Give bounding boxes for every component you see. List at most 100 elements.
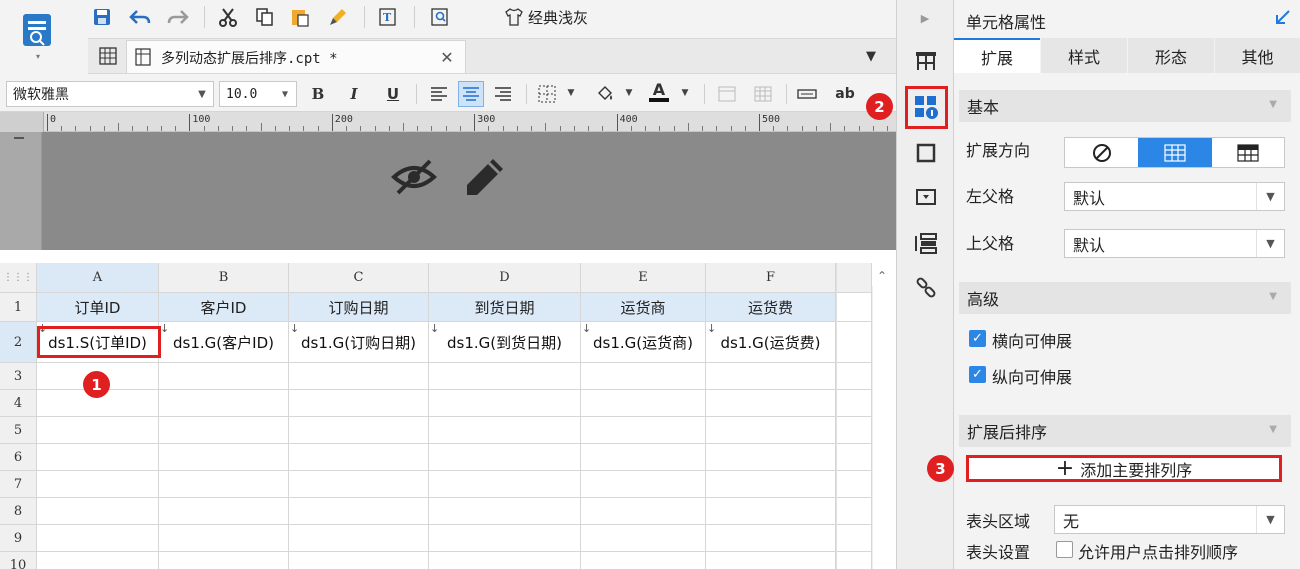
table-cell[interactable] [159,444,289,471]
column-header-f[interactable]: F [706,263,836,293]
table-cell[interactable] [37,444,159,471]
table-cell[interactable] [581,498,706,525]
tab-list-icon[interactable]: ▼ [858,44,884,68]
hyperlink-icon[interactable] [911,274,941,304]
column-header-b[interactable]: B [159,263,289,293]
table-cell[interactable] [289,525,429,552]
widget-icon[interactable] [911,182,941,212]
no-expand-icon[interactable] [1065,138,1138,167]
font-name-select[interactable]: 微软雅黑 ▼ [6,81,214,107]
add-sort-button[interactable]: + 添加主要排列序 [966,455,1282,482]
vertical-expand-icon[interactable] [1138,138,1212,167]
section-advanced[interactable]: 高级 ▼ [959,282,1291,314]
table-cell[interactable] [429,417,581,444]
column-header-g[interactable] [836,263,872,293]
pin-arrow-icon[interactable] [1272,6,1294,28]
tab-style[interactable]: 样式 [1041,38,1127,73]
row-header-5[interactable]: 5 [0,417,37,444]
table-cell[interactable] [159,498,289,525]
ab-wrap-button[interactable]: ab [832,81,858,107]
cell-b2-data[interactable]: ↓ ds1.G(客户ID) [159,322,289,363]
close-icon[interactable]: ✕ [437,47,457,67]
row-header-9[interactable]: 9 [0,525,37,552]
collapse-arrow-icon[interactable]: ▶ [915,8,935,28]
row-header-2[interactable]: 2 [0,322,37,363]
table-cell[interactable] [159,471,289,498]
file-tab[interactable]: 多列动态扩展后排序.cpt * ✕ [126,40,466,73]
table-cell[interactable] [289,471,429,498]
header-area-select[interactable]: 无 ▼ [1054,505,1285,534]
table-cell[interactable] [37,471,159,498]
column-header-e[interactable]: E [581,263,706,293]
format-painter-icon[interactable] [324,4,352,30]
horizontal-expand-icon[interactable] [1212,138,1284,167]
table-cell[interactable] [37,498,159,525]
tab-expand[interactable]: 扩展 [954,38,1040,73]
theme-shirt-icon[interactable] [502,6,526,28]
table-cell[interactable] [429,525,581,552]
column-header-c[interactable]: C [289,263,429,293]
table-cell[interactable] [37,417,159,444]
table-cell[interactable] [429,390,581,417]
cell-c2-data[interactable]: ↓ ds1.G(订购日期) [289,322,429,363]
table-cell[interactable] [706,525,836,552]
cell-element-icon[interactable] [911,46,941,76]
condition-attribute-icon[interactable] [911,228,941,258]
row-header-7[interactable]: 7 [0,471,37,498]
cell-f1-header[interactable]: 运货费 [706,293,836,322]
paste-icon[interactable] [286,4,314,30]
table-cell[interactable] [581,417,706,444]
cell-b1-header[interactable]: 客户ID [159,293,289,322]
table-cell[interactable] [836,552,872,569]
bold-button[interactable]: B [305,81,331,107]
table-cell[interactable] [706,363,836,390]
left-parent-select[interactable]: 默认 ▼ [1064,182,1285,211]
cell-a1-header[interactable]: 订单ID [37,293,159,322]
table-cell[interactable] [289,363,429,390]
table-cell[interactable] [836,390,872,417]
table-cell[interactable] [289,390,429,417]
table-cell[interactable] [429,471,581,498]
cell-e2-data[interactable]: ↓ ds1.G(运货商) [581,322,706,363]
table-cell[interactable] [706,417,836,444]
redo-icon[interactable] [164,4,192,30]
select-all-corner[interactable]: ⋮⋮⋮ [0,263,37,293]
row-header-6[interactable]: 6 [0,444,37,471]
vertical-expandable-checkbox[interactable]: ✓ [969,366,986,383]
text-field-icon[interactable] [794,81,820,107]
theme-label[interactable]: 经典浅灰 [528,7,588,28]
row-header-1[interactable]: 1 [0,293,37,322]
row-header-3[interactable]: 3 [0,363,37,390]
hide-eye-icon[interactable] [388,154,440,200]
pencil-edit-icon[interactable] [460,154,510,200]
column-header-d[interactable]: D [429,263,581,293]
table-cell[interactable] [289,552,429,569]
chevron-down-icon[interactable]: ▼ [564,86,578,100]
table-cell[interactable] [836,471,872,498]
table-cell[interactable] [706,471,836,498]
table-cell[interactable] [706,498,836,525]
font-color-button[interactable]: A [646,79,672,105]
cell-d2-data[interactable]: ↓ ds1.G(到货日期) [429,322,581,363]
table-cell[interactable] [159,390,289,417]
vertical-scrollbar[interactable] [872,286,896,569]
border-icon[interactable] [534,81,560,107]
merge-cell-icon[interactable] [714,81,740,107]
table-cell[interactable] [159,552,289,569]
table-cell[interactable] [836,444,872,471]
align-right-icon[interactable] [490,81,516,107]
table-cell[interactable] [581,471,706,498]
tab-other[interactable]: 其他 [1215,38,1300,73]
align-center-icon[interactable] [458,81,484,107]
frame-icon[interactable] [911,138,941,168]
table-cell[interactable] [159,363,289,390]
section-basic[interactable]: 基本 ▼ [959,90,1291,122]
tab-form[interactable]: 形态 [1128,38,1214,73]
row-header-8[interactable]: 8 [0,498,37,525]
table-cell[interactable] [706,444,836,471]
align-left-icon[interactable] [426,81,452,107]
table-cell[interactable] [37,525,159,552]
allow-user-sort-checkbox[interactable] [1056,541,1073,558]
table-cell[interactable] [37,552,159,569]
cell-e1-header[interactable]: 运货商 [581,293,706,322]
